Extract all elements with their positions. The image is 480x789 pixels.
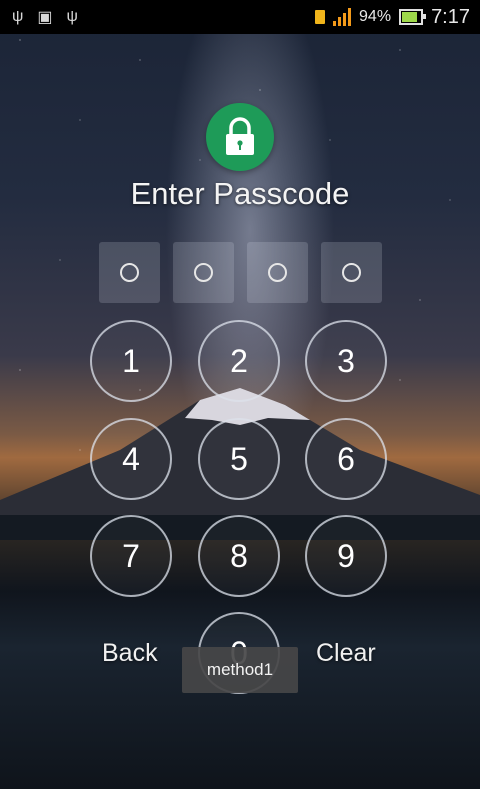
clock-time: 7:17 [431,5,470,28]
battery-percent: 94% [359,8,392,25]
key-4[interactable]: 4 [90,418,172,500]
passcode-slot [173,242,234,303]
key-3[interactable]: 3 [305,320,387,402]
sim-card-icon [315,10,326,24]
key-7[interactable]: 7 [90,515,172,597]
clear-button[interactable]: Clear [316,639,376,668]
key-6[interactable]: 6 [305,418,387,500]
status-bar: ψ ▣ ψ 94% 7:17 [0,0,480,34]
passcode-slot [247,242,308,303]
back-button[interactable]: Back [102,639,158,668]
key-9[interactable]: 9 [305,515,387,597]
signal-strength-icon [333,8,352,26]
key-1[interactable]: 1 [90,320,172,402]
passcode-slots [99,242,382,303]
passcode-slot [99,242,160,303]
key-2[interactable]: 2 [198,320,280,402]
empty-dot-icon [194,263,213,282]
empty-dot-icon [268,263,287,282]
padlock-icon [226,117,254,155]
empty-dot-icon [342,263,361,282]
lock-badge [206,103,274,171]
toast-message: method1 [182,647,298,693]
battery-icon [399,9,427,25]
passcode-slot [321,242,382,303]
key-8[interactable]: 8 [198,515,280,597]
page-title: Enter Passcode [130,176,350,211]
empty-dot-icon [120,263,139,282]
usb-icon: ψ [66,8,78,25]
key-5[interactable]: 5 [198,418,280,500]
usb-icon: ψ [12,8,24,25]
android-icon: ▣ [37,9,53,26]
